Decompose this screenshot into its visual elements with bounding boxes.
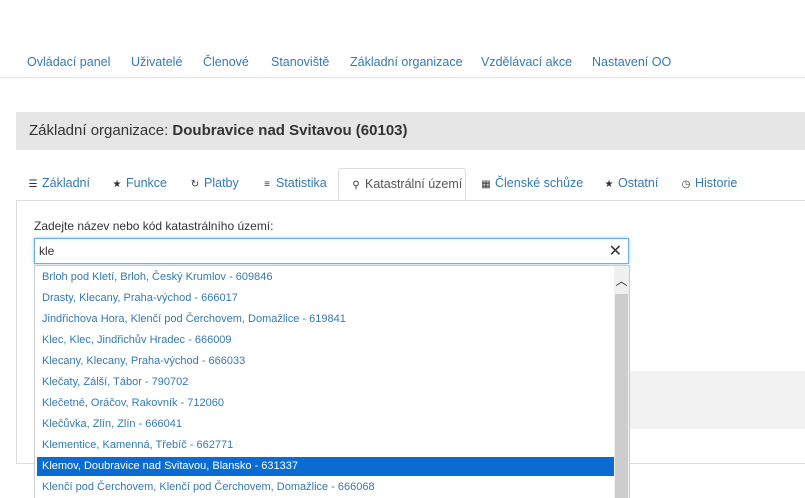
nav-education-events[interactable]: Vzdělávací akce (481, 55, 572, 69)
tab-label: Katastrální území (365, 177, 463, 191)
autocomplete-option[interactable]: Klenčí pod Čerchovem, Klenčí pod Čerchov… (37, 478, 617, 497)
autocomplete-option[interactable]: Brloh pod Kletí, Brloh, Český Krumlov - … (37, 268, 617, 287)
autocomplete-option[interactable]: Jindřichova Hora, Klenčí pod Čerchovem, … (37, 310, 617, 329)
tab-history[interactable]: ◷ Historie (681, 168, 738, 199)
tab-basic[interactable]: ☰ Základní (28, 168, 90, 199)
cadastral-search-input[interactable]: kle ✕ (34, 238, 629, 264)
autocomplete-option-selected[interactable]: Klemov, Doubravice nad Svitavou, Blansko… (37, 457, 617, 476)
dropdown-scrollbar[interactable]: ︿ (614, 266, 629, 498)
bars-icon: ≡ (264, 179, 270, 190)
tab-label: Funkce (126, 176, 167, 190)
autocomplete-option[interactable]: Klementice, Kamenná, Třebíč - 662771 (37, 436, 617, 455)
tab-functions[interactable]: ★ Funkce (112, 168, 167, 199)
star-icon: ★ (604, 179, 614, 190)
refresh-icon: ↻ (190, 179, 200, 190)
tab-label: Platby (204, 176, 239, 190)
tab-label: Ostatní (618, 176, 659, 190)
star-icon: ★ (112, 179, 122, 190)
tab-label: Historie (695, 176, 738, 190)
org-name: Doubravice nad Svitavou (60103) (172, 122, 408, 139)
autocomplete-option[interactable]: Drasty, Klecany, Praha-východ - 666017 (37, 289, 617, 308)
clear-icon[interactable]: ✕ (609, 241, 622, 261)
autocomplete-option[interactable]: Klečaty, Zálší, Tábor - 790702 (37, 373, 617, 392)
autocomplete-option[interactable]: Klec, Klec, Jindřichův Hradec - 666009 (37, 331, 617, 350)
tab-other[interactable]: ★ Ostatní (604, 168, 659, 199)
autocomplete-option[interactable]: Klečůvka, Zlín, Zlín - 666041 (37, 415, 617, 434)
tab-label: Statistika (276, 176, 327, 190)
map-marker-icon: ⚲ (352, 180, 360, 191)
scrollbar-thumb[interactable] (615, 294, 628, 498)
clock-icon: ◷ (681, 179, 691, 190)
autocomplete-dropdown: Brloh pod Kletí, Brloh, Český Krumlov - … (34, 265, 630, 498)
tab-cadastral[interactable]: ⚲ Katastrální území (338, 168, 466, 200)
list-icon: ☰ (28, 179, 38, 190)
nav-members[interactable]: Členové (203, 55, 249, 69)
nav-organizations[interactable]: Základní organizace (350, 55, 463, 69)
search-value: kle (39, 244, 55, 258)
calendar-icon: ▦ (481, 179, 491, 190)
tab-member-meetings[interactable]: ▦ Členské schůze (481, 168, 583, 199)
tab-statistics[interactable]: ≡ Statistika (262, 168, 327, 199)
tab-label: Základní (42, 176, 90, 190)
nav-stations[interactable]: Stanoviště (271, 55, 329, 69)
cadastral-search-label: Zadejte název nebo kód katastrálního úze… (34, 219, 274, 233)
tab-label: Členské schůze (495, 176, 584, 190)
autocomplete-option[interactable]: Klecany, Klecany, Praha-východ - 666033 (37, 352, 617, 371)
org-header: Základní organizace: Doubravice nad Svit… (16, 112, 805, 150)
tab-bar: ☰ Základní ★ Funkce ↻ Platby ≡ Statistika ⚲ K… (16, 168, 805, 201)
autocomplete-option[interactable]: Klečetné, Oráčov, Rakovník - 712060 (37, 394, 617, 413)
panel-footer-strip (630, 371, 805, 429)
nav-users[interactable]: Uživatelé (131, 55, 182, 69)
page-title-prefix: Základní organizace: (29, 122, 173, 139)
nav-settings[interactable]: Nastavení OO (592, 55, 671, 69)
tab-payments[interactable]: ↻ Platby (190, 168, 239, 199)
page-title: Základní organizace: Doubravice nad Svit… (29, 122, 408, 139)
scroll-up-icon[interactable]: ︿ (614, 266, 629, 294)
nav-dashboard[interactable]: Ovládací panel (27, 55, 110, 69)
main-nav: Ovládací panel Uživatelé Členové Stanovi… (0, 44, 805, 78)
